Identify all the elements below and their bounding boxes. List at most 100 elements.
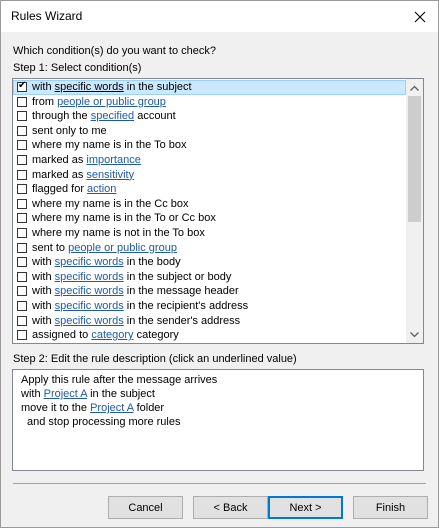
condition-value-link[interactable]: category <box>91 329 133 341</box>
condition-text: in the body <box>123 256 181 269</box>
scroll-up-button[interactable] <box>406 79 423 96</box>
condition-item[interactable]: with specific words in the subject or bo… <box>13 270 406 285</box>
target-folder-link[interactable]: Project A <box>90 402 133 414</box>
condition-item[interactable]: ✔ with specific words in the subject <box>13 80 406 95</box>
rules-wizard-window: Rules Wizard Which condition(s) do you w… <box>0 0 439 528</box>
condition-checkbox[interactable]: ✔ <box>17 80 27 92</box>
condition-item[interactable]: with specific words in the sender's addr… <box>13 314 406 329</box>
desc-text: with <box>21 388 44 400</box>
conditions-scrollbar[interactable] <box>406 79 423 343</box>
condition-item[interactable]: with specific words in the body <box>13 255 406 270</box>
scroll-thumb[interactable] <box>408 96 421 222</box>
close-button[interactable] <box>402 1 438 32</box>
condition-checkbox[interactable] <box>17 330 27 341</box>
condition-item[interactable]: marked as sensitivity <box>13 168 406 183</box>
step2-label: Step 2: Edit the rule description (click… <box>13 353 297 365</box>
finish-button[interactable]: Finish <box>353 496 428 519</box>
checkmark-icon: ✔ <box>18 80 27 91</box>
condition-text: from <box>32 95 58 108</box>
condition-text: in the subject or body <box>123 270 232 283</box>
condition-item[interactable]: with specific words in the recipient's a… <box>13 299 406 314</box>
chevron-up-icon <box>410 85 419 91</box>
condition-checkbox[interactable] <box>17 286 27 297</box>
condition-item[interactable]: where my name is in the To box <box>13 138 406 153</box>
condition-value-link[interactable]: people or public group <box>68 242 177 254</box>
condition-text: account <box>134 110 176 123</box>
condition-value-link[interactable]: specific words <box>55 81 124 93</box>
condition-checkbox[interactable] <box>17 227 27 238</box>
condition-item[interactable]: flagged for action <box>13 182 406 197</box>
condition-text: in the subject <box>123 81 192 93</box>
condition-item[interactable]: assigned to category category <box>13 328 406 343</box>
condition-item[interactable]: sent only to me <box>13 124 406 139</box>
desc-line-1: Apply this rule after the message arrive… <box>21 374 218 386</box>
title-bar: Rules Wizard <box>1 1 438 32</box>
separator <box>13 483 426 484</box>
condition-checkbox[interactable] <box>17 111 27 122</box>
conditions-items: ✔ with specific words in the subject from … <box>13 80 406 343</box>
condition-text: where my name is not in the To box <box>32 226 205 239</box>
condition-checkbox[interactable] <box>17 242 27 253</box>
condition-checkbox[interactable] <box>17 213 27 224</box>
condition-item[interactable]: through the specified account <box>13 109 406 124</box>
condition-value-link[interactable]: sensitivity <box>86 169 134 181</box>
condition-value-link[interactable]: specified <box>91 110 134 122</box>
condition-checkbox[interactable] <box>17 184 27 195</box>
scroll-down-button[interactable] <box>406 326 423 343</box>
condition-value-link[interactable]: people or public group <box>57 96 166 108</box>
cancel-button[interactable]: Cancel <box>108 496 183 519</box>
condition-checkbox[interactable] <box>17 315 27 326</box>
conditions-list[interactable]: ✔ with specific words in the subject from … <box>12 78 424 344</box>
condition-value-link[interactable]: importance <box>86 154 140 166</box>
condition-item[interactable]: from people or public group <box>13 95 406 110</box>
condition-checkbox[interactable] <box>17 125 27 136</box>
condition-text: where my name is in the To box <box>32 139 187 152</box>
condition-checkbox[interactable] <box>17 198 27 209</box>
condition-value-link[interactable]: specific words <box>55 315 124 327</box>
condition-checkbox[interactable] <box>17 96 27 107</box>
condition-item[interactable]: with specific words in the message heade… <box>13 284 406 299</box>
condition-text: through the <box>32 110 91 123</box>
condition-text: where my name is in the Cc box <box>32 197 189 210</box>
condition-item[interactable]: sent to people or public group <box>13 241 406 256</box>
desc-text: folder <box>133 402 165 414</box>
condition-value-link[interactable]: specific words <box>55 271 124 283</box>
condition-text: sent to <box>32 241 69 254</box>
condition-text: with <box>32 314 55 327</box>
next-button[interactable]: Next > <box>268 496 343 519</box>
condition-checkbox[interactable] <box>17 169 27 180</box>
condition-text: where my name is in the To or Cc box <box>32 212 216 225</box>
condition-item[interactable]: where my name is not in the To box <box>13 226 406 241</box>
back-button[interactable]: < Back <box>193 496 268 519</box>
condition-text: marked as <box>32 153 87 166</box>
condition-checkbox[interactable] <box>17 271 27 282</box>
condition-value-link[interactable]: specific words <box>55 300 124 312</box>
desc-line-2: with Project A in the subject <box>21 388 155 400</box>
condition-text: with <box>32 270 55 283</box>
step1-label: Step 1: Select condition(s) <box>13 62 142 74</box>
condition-text: with <box>32 81 55 93</box>
condition-text: marked as <box>32 168 87 181</box>
condition-checkbox[interactable] <box>17 300 27 311</box>
condition-item[interactable]: where my name is in the Cc box <box>13 197 406 212</box>
condition-text: sent only to me <box>32 124 107 137</box>
condition-value-link[interactable]: specific words <box>55 256 124 268</box>
subject-words-link[interactable]: Project A <box>44 388 87 400</box>
condition-checkbox[interactable] <box>17 154 27 165</box>
window-title: Rules Wizard <box>11 9 83 23</box>
condition-value-link[interactable]: specific words <box>55 285 124 297</box>
condition-text: with <box>32 285 55 298</box>
condition-prompt: Which condition(s) do you want to check? <box>13 45 216 57</box>
condition-text: with <box>32 299 55 312</box>
condition-checkbox[interactable] <box>17 257 27 268</box>
condition-text: category <box>133 329 179 342</box>
desc-line-4: and stop processing more rules <box>27 416 181 428</box>
condition-item[interactable]: where my name is in the To or Cc box <box>13 211 406 226</box>
condition-checkbox[interactable] <box>17 140 27 151</box>
desc-text: move it to the <box>21 402 91 414</box>
desc-text: in the subject <box>87 388 155 400</box>
condition-value-link[interactable]: action <box>87 183 116 195</box>
chevron-down-icon <box>410 331 419 337</box>
condition-item[interactable]: marked as importance <box>13 153 406 168</box>
condition-text: flagged for <box>32 183 88 196</box>
